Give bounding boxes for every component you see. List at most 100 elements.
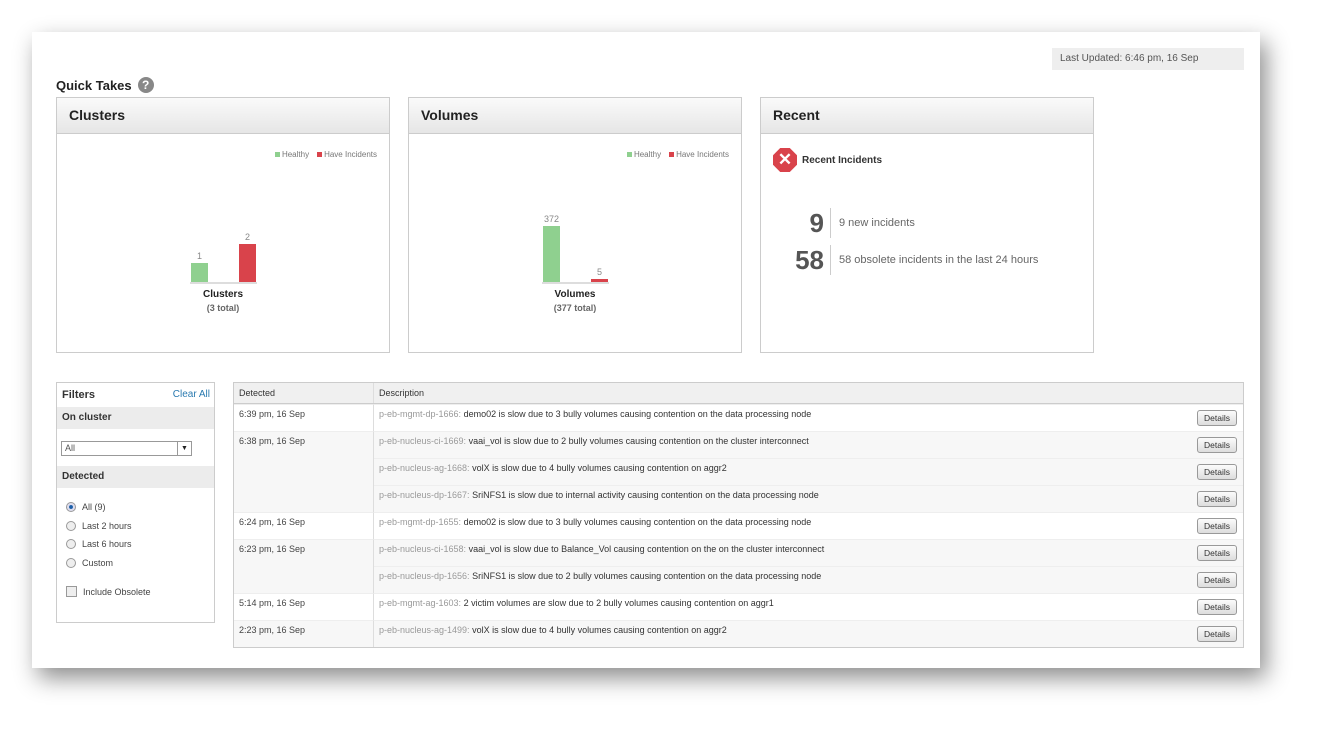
chevron-down-icon: ▼ — [177, 442, 191, 455]
detected-radio-group: All (9) Last 2 hours Last 6 hours Custom — [57, 498, 214, 572]
details-button[interactable]: Details — [1197, 545, 1237, 561]
table-row: p-eb-nucleus-dp-1667: SriNFS1 is slow du… — [234, 485, 1243, 512]
description-cell: p-eb-mgmt-dp-1655: demo02 is slow due to… — [374, 512, 1243, 539]
radio-icon — [66, 539, 76, 550]
radio-icon — [66, 557, 76, 568]
detected-cell: 6:38 pm, 16 Sep — [234, 431, 374, 458]
clusters-chart: 12 — [190, 232, 257, 284]
obsolete-incidents-stat[interactable]: 58 58 obsolete incidents in the last 24 h… — [781, 245, 1038, 275]
table-row: 6:23 pm, 16 Sep p-eb-nucleus-ci-1658: va… — [234, 539, 1243, 566]
details-button[interactable]: Details — [1197, 464, 1237, 480]
incident-source[interactable]: p-eb-nucleus-dp-1656: — [379, 571, 470, 581]
table-header: Detected Description — [234, 383, 1243, 404]
chart-total: (3 total) — [206, 303, 240, 313]
incident-source[interactable]: p-eb-nucleus-ci-1658: — [379, 544, 466, 554]
incident-source[interactable]: p-eb-mgmt-dp-1655: — [379, 517, 461, 527]
last-updated: Last Updated: 6:46 pm, 16 Sep — [1052, 48, 1244, 70]
description-cell: p-eb-nucleus-dp-1656: SriNFS1 is slow du… — [374, 566, 1243, 593]
detected-cell: 6:24 pm, 16 Sep — [234, 512, 374, 539]
filters-panel: Filters Clear All On cluster All ▼ Detecte… — [56, 382, 215, 623]
description-cell: p-eb-nucleus-dp-1667: SriNFS1 is slow du… — [374, 485, 1243, 512]
recent-incidents-heading: ✕ Recent Incidents — [773, 148, 882, 172]
radio-icon — [66, 502, 76, 513]
detected-cell: 2:23 pm, 16 Sep — [234, 620, 374, 647]
bar-incidents[interactable] — [591, 279, 608, 282]
incident-source[interactable]: p-eb-nucleus-ci-1669: — [379, 436, 466, 446]
detected-cell: 5:14 pm, 16 Sep — [234, 593, 374, 620]
error-icon: ✕ — [773, 148, 797, 172]
panel-title: Recent — [761, 98, 1093, 134]
description-cell: p-eb-nucleus-ag-1499: volX is slow due t… — [374, 620, 1243, 647]
bar-healthy[interactable] — [543, 226, 560, 282]
new-incidents-stat[interactable]: 99 new incidents — [781, 208, 915, 238]
on-cluster-label: On cluster — [57, 407, 214, 429]
dashboard: Last Updated: 6:46 pm, 16 Sep Quick Take… — [32, 32, 1260, 668]
bar-incidents[interactable] — [239, 244, 256, 282]
help-icon[interactable]: ? — [137, 77, 154, 93]
chart-total: (377 total) — [553, 303, 597, 313]
incident-description: vaai_vol is slow due to 2 bully volumes … — [468, 436, 809, 446]
details-button[interactable]: Details — [1197, 518, 1237, 534]
description-cell: p-eb-nucleus-ci-1658: vaai_vol is slow d… — [374, 539, 1243, 566]
incident-source[interactable]: p-eb-nucleus-ag-1668: — [379, 463, 470, 473]
column-detected[interactable]: Detected — [234, 383, 374, 403]
incident-description: demo02 is slow due to 3 bully volumes ca… — [463, 517, 812, 527]
incident-description: SriNFS1 is slow due to 2 bully volumes c… — [472, 571, 822, 581]
bar-healthy[interactable] — [191, 263, 208, 282]
incident-description: SriNFS1 is slow due to internal activity… — [472, 490, 819, 500]
details-button[interactable]: Details — [1197, 437, 1237, 453]
radio-option[interactable]: Custom — [57, 554, 214, 573]
description-cell: p-eb-nucleus-ci-1669: vaai_vol is slow d… — [374, 431, 1243, 458]
incident-source[interactable]: p-eb-nucleus-dp-1667: — [379, 490, 470, 500]
incident-description: demo02 is slow due to 3 bully volumes ca… — [463, 409, 812, 419]
incident-description: 2 victim volumes are slow due to 2 bully… — [463, 598, 774, 608]
recent-panel: Recent ✕ Recent Incidents 99 new incident… — [760, 97, 1094, 353]
detected-cell: 6:39 pm, 16 Sep — [234, 404, 374, 431]
bar-value-label: 5 — [597, 267, 602, 277]
incident-source[interactable]: p-eb-nucleus-ag-1499: — [379, 625, 470, 635]
checkbox-icon — [66, 586, 77, 597]
details-button[interactable]: Details — [1197, 599, 1237, 615]
detected-cell — [234, 566, 374, 593]
incidents-table: Detected Description 6:39 pm, 16 Sep p-eb… — [233, 382, 1244, 648]
incident-description: vaai_vol is slow due to Balance_Vol caus… — [468, 544, 825, 554]
table-row: p-eb-nucleus-ag-1668: volX is slow due t… — [234, 458, 1243, 485]
incident-source[interactable]: p-eb-mgmt-ag-1603: — [379, 598, 461, 608]
table-row: 6:39 pm, 16 Sep p-eb-mgmt-dp-1666: demo0… — [234, 404, 1243, 431]
table-row: 5:14 pm, 16 Sep p-eb-mgmt-ag-1603: 2 vic… — [234, 593, 1243, 620]
incident-source[interactable]: p-eb-mgmt-dp-1666: — [379, 409, 461, 419]
radio-option[interactable]: All (9) — [57, 498, 214, 517]
details-button[interactable]: Details — [1197, 491, 1237, 507]
volumes-panel: Volumes Healthy Have Incidents 372 5 Volu… — [408, 97, 742, 353]
detected-cell — [234, 458, 374, 485]
incident-description: volX is slow due to 4 bully volumes caus… — [472, 463, 727, 473]
detected-label: Detected — [57, 466, 214, 488]
details-button[interactable]: Details — [1197, 626, 1237, 642]
bar-value-label: 1 — [197, 251, 202, 261]
filters-title: Filters — [62, 389, 96, 401]
description-cell: p-eb-mgmt-dp-1666: demo02 is slow due to… — [374, 404, 1243, 431]
panel-title: Clusters — [57, 98, 389, 134]
chart-caption: Clusters — [202, 289, 243, 300]
table-row: 6:24 pm, 16 Sep p-eb-mgmt-dp-1655: demo0… — [234, 512, 1243, 539]
include-obsolete-checkbox[interactable]: Include Obsolete — [57, 586, 214, 597]
clear-all-link[interactable]: Clear All — [173, 389, 210, 407]
description-cell: p-eb-nucleus-ag-1668: volX is slow due t… — [374, 458, 1243, 485]
details-button[interactable]: Details — [1197, 410, 1237, 426]
table-row: 2:23 pm, 16 Sep p-eb-nucleus-ag-1499: vo… — [234, 620, 1243, 647]
table-row: p-eb-nucleus-dp-1656: SriNFS1 is slow du… — [234, 566, 1243, 593]
description-cell: p-eb-mgmt-ag-1603: 2 victim volumes are … — [374, 593, 1243, 620]
radio-option[interactable]: Last 2 hours — [57, 517, 214, 536]
radio-icon — [66, 520, 76, 531]
column-description[interactable]: Description — [374, 383, 424, 403]
detected-cell: 6:23 pm, 16 Sep — [234, 539, 374, 566]
radio-option[interactable]: Last 6 hours — [57, 535, 214, 554]
panel-title: Volumes — [409, 98, 741, 134]
cluster-select[interactable]: All ▼ — [61, 441, 192, 456]
volumes-chart: 372 5 — [542, 214, 609, 284]
chart-caption: Volumes — [554, 289, 596, 300]
details-button[interactable]: Details — [1197, 572, 1237, 588]
bar-value-label: 2 — [245, 232, 250, 242]
bar-value-label: 372 — [544, 214, 559, 224]
incident-description: volX is slow due to 4 bully volumes caus… — [472, 625, 727, 635]
